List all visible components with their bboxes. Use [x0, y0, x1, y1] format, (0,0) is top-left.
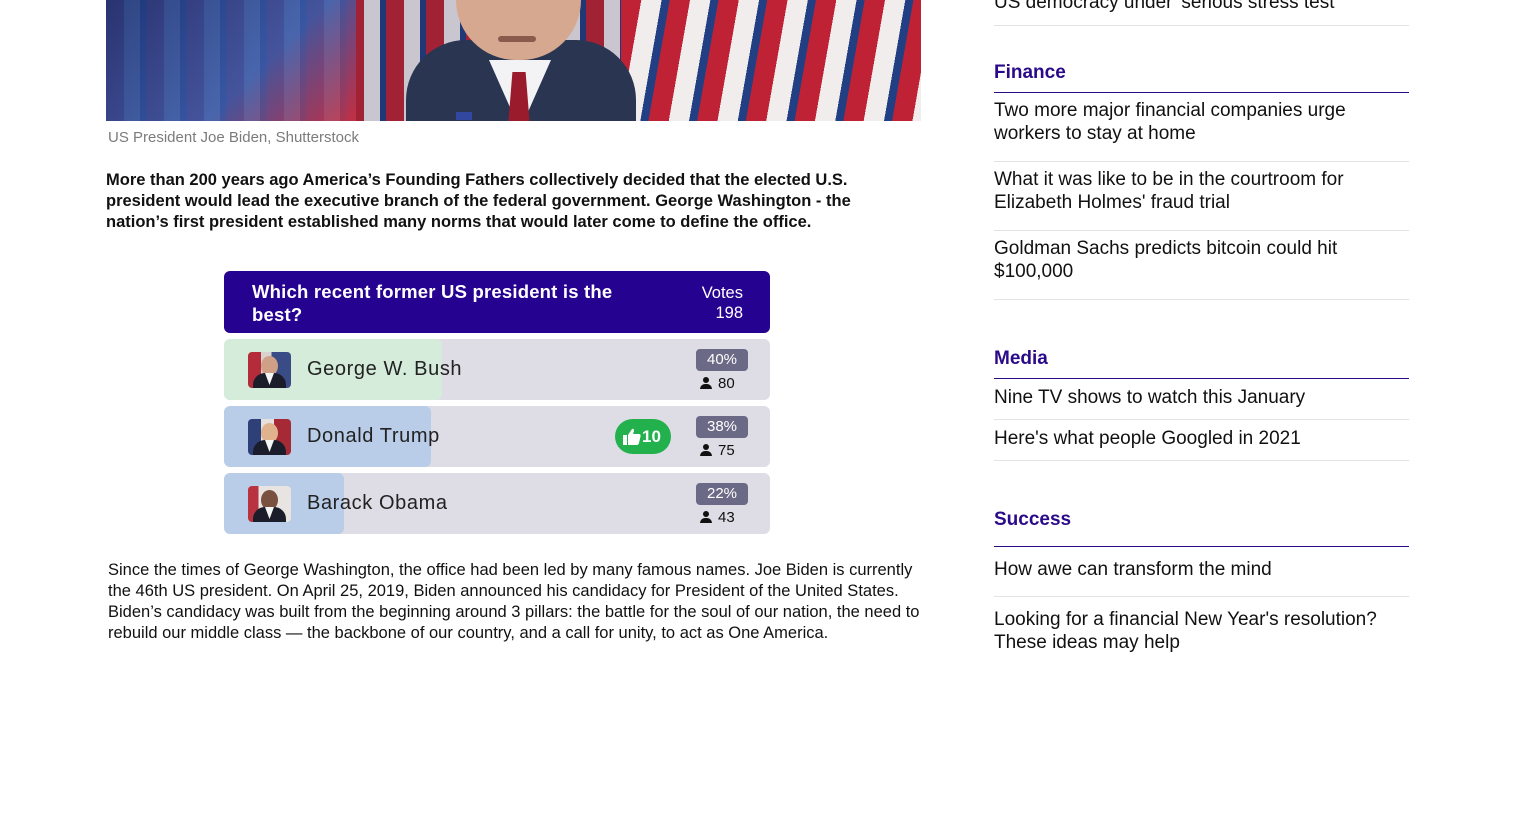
- votes-count: 198: [715, 304, 743, 322]
- poll-option-name: Donald Trump: [307, 425, 440, 447]
- poll-option-percent: 40%: [696, 349, 748, 371]
- poll-option-count-value: 75: [718, 442, 735, 459]
- poll-header: Which recent former US president is the …: [224, 271, 770, 333]
- sidebar-link[interactable]: What it was like to be in the courtroom …: [994, 162, 1409, 231]
- bush-portrait-icon: [248, 352, 291, 388]
- category-title[interactable]: Finance: [994, 62, 1409, 93]
- poll-widget: Which recent former US president is the …: [224, 271, 770, 534]
- poll-option-percent: 38%: [696, 416, 748, 438]
- votes-label: Votes: [701, 284, 743, 302]
- poll-option-count: 75: [700, 442, 735, 459]
- poll-votes-total: Votes 198: [702, 283, 743, 323]
- poll-option-trump[interactable]: Donald Trump 10 38% 75: [224, 406, 770, 467]
- sidebar-link[interactable]: Nine TV shows to watch this January: [994, 379, 1409, 420]
- category-finance: Finance Two more major financial compani…: [994, 62, 1409, 300]
- obama-portrait-icon: [248, 486, 291, 522]
- hero-image: [106, 0, 921, 121]
- sidebar-link[interactable]: Goldman Sachs predicts bitcoin could hit…: [994, 231, 1409, 300]
- poll-option-count: 43: [700, 509, 735, 526]
- poll-option-name: Barack Obama: [307, 492, 448, 514]
- poll-option-count-value: 43: [718, 509, 735, 526]
- poll-option-count: 80: [700, 375, 735, 392]
- trump-portrait-icon: [248, 419, 291, 455]
- poll-option-percent: 22%: [696, 483, 748, 505]
- thumbs-up-icon: [623, 428, 641, 445]
- image-caption: US President Joe Biden, Shutterstock: [108, 129, 359, 146]
- poll-option-name: George W. Bush: [307, 358, 463, 380]
- poll-option-obama[interactable]: Barack Obama 22% 43: [224, 473, 770, 534]
- poll-option-bush[interactable]: George W. Bush 40% 80: [224, 339, 770, 400]
- category-media: Media Nine TV shows to watch this Januar…: [994, 348, 1409, 461]
- sidebar-link-text: US democracy under 'serious stress test': [994, 0, 1339, 13]
- sidebar-link[interactable]: How awe can transform the mind: [994, 547, 1409, 597]
- poll-question: Which recent former US president is the …: [252, 281, 613, 325]
- sidebar-link[interactable]: Here's what people Googled in 2021: [994, 420, 1409, 461]
- person-icon: [700, 511, 712, 523]
- like-count: 10: [642, 427, 661, 446]
- person-icon: [700, 377, 712, 389]
- sidebar-top-link[interactable]: US democracy under 'serious stress test': [994, 0, 1409, 26]
- person-icon: [700, 444, 712, 456]
- like-badge[interactable]: 10: [615, 419, 671, 454]
- sidebar-link[interactable]: Looking for a financial New Year's resol…: [994, 597, 1409, 664]
- poll-option-count-value: 80: [718, 375, 735, 392]
- category-success: Success How awe can transform the mind L…: [994, 509, 1409, 664]
- article-body: Since the times of George Washington, th…: [108, 561, 920, 642]
- category-title[interactable]: Success: [994, 509, 1409, 547]
- category-title[interactable]: Media: [994, 348, 1409, 379]
- sidebar-link[interactable]: Two more major financial companies urge …: [994, 93, 1409, 162]
- article-lead: More than 200 years ago America’s Foundi…: [106, 171, 851, 231]
